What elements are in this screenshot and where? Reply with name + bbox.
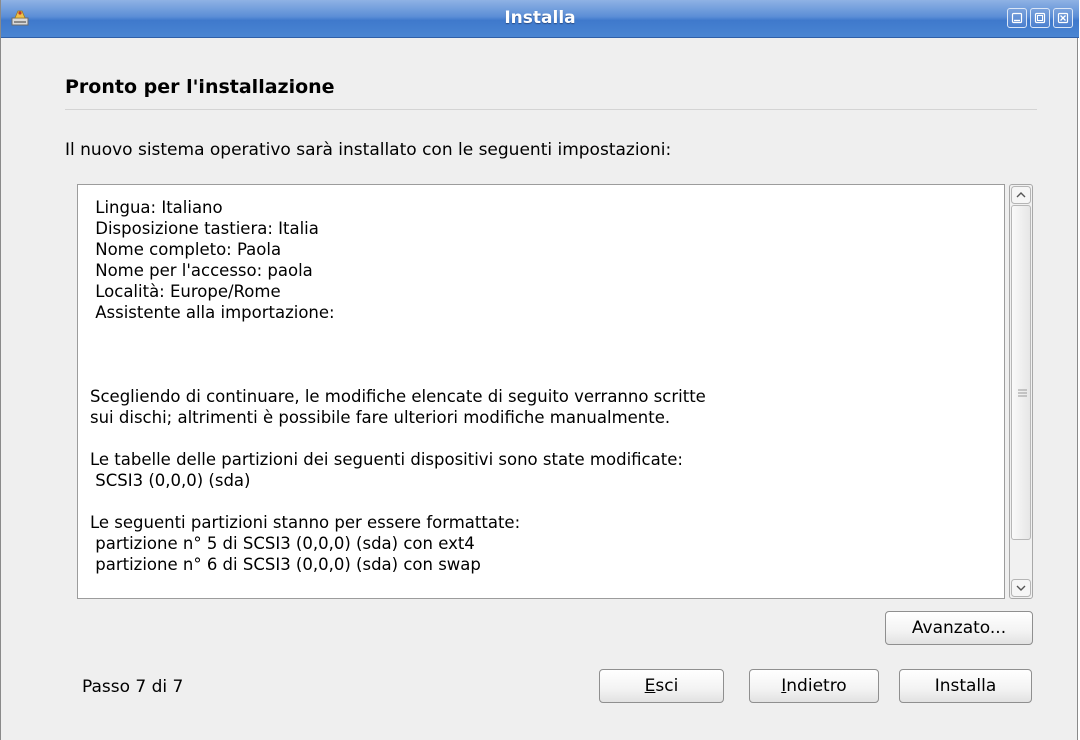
installer-window: Installa Pronto per l'installazione Il n… <box>0 0 1079 740</box>
advanced-button[interactable]: Avanzato... <box>885 611 1033 645</box>
summary-line: Località: Europe/Rome <box>90 282 281 301</box>
summary-line: Lingua: Italiano <box>90 198 223 217</box>
page-title: Pronto per l'installazione <box>65 76 335 98</box>
summary-line: SCSI3 (0,0,0) (sda) <box>90 471 251 490</box>
maximize-button[interactable] <box>1030 8 1050 28</box>
summary-textview[interactable]: Lingua: Italiano Disposizione tastiera: … <box>77 184 1005 599</box>
summary-line <box>90 428 988 449</box>
heading-divider <box>65 109 1037 110</box>
summary-text: Lingua: Italiano Disposizione tastiera: … <box>90 197 988 597</box>
quit-button[interactable]: Esci <box>599 669 724 703</box>
summary-line: sui dischi; altrimenti è possibile fare … <box>90 408 671 427</box>
install-button[interactable]: Installa <box>899 669 1032 703</box>
summary-line: Nome completo: Paola <box>90 240 282 259</box>
minimize-button[interactable] <box>1007 8 1027 28</box>
summary-line: Disposizione tastiera: Italia <box>90 219 319 238</box>
summary-line: Assistente alla importazione: <box>90 303 335 322</box>
summary-line: Le tabelle delle partizioni dei seguenti… <box>90 450 683 469</box>
summary-line <box>90 491 988 512</box>
window-title: Installa <box>504 8 576 28</box>
summary-line: partizione n° 6 di SCSI3 (0,0,0) (sda) c… <box>90 555 481 574</box>
quit-label: sci <box>655 676 679 696</box>
summary-line <box>90 323 988 344</box>
maximize-icon <box>1034 12 1046 24</box>
back-button[interactable]: Indietro <box>749 669 879 703</box>
close-icon <box>1057 12 1069 24</box>
intro-text: Il nuovo sistema operativo sarà installa… <box>65 140 672 160</box>
step-indicator: Passo 7 di 7 <box>82 677 184 697</box>
minimize-icon <box>1011 12 1023 24</box>
summary-line: Le seguenti partizioni stanno per essere… <box>90 513 521 532</box>
close-button[interactable] <box>1053 8 1073 28</box>
quit-mnemonic: E <box>644 676 656 696</box>
summary-line: Nome per l'accesso: paola <box>90 261 313 280</box>
scroll-grip-icon <box>1018 389 1027 397</box>
title-bar[interactable]: Installa <box>1 0 1079 38</box>
summary-line <box>90 365 988 386</box>
summary-line: Scegliendo di continuare, le modifiche e… <box>90 387 706 406</box>
scroll-down-icon[interactable] <box>1011 579 1031 597</box>
summary-scrollbar[interactable] <box>1009 184 1033 599</box>
summary-line <box>90 344 988 365</box>
summary-line: partizione n° 5 di SCSI3 (0,0,0) (sda) c… <box>90 534 475 553</box>
scroll-up-icon[interactable] <box>1011 186 1031 204</box>
back-label: ndietro <box>786 676 847 696</box>
scroll-thumb[interactable] <box>1011 205 1031 540</box>
